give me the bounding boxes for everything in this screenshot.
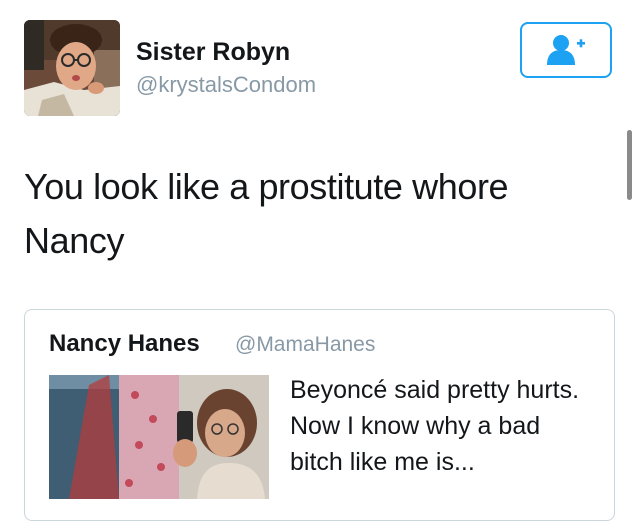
author-avatar[interactable] xyxy=(24,20,120,116)
quoted-tweet-text: Beyoncé said pretty hurts. Now I know wh… xyxy=(290,376,580,476)
profile-photo xyxy=(24,20,120,116)
quoted-author-name: Nancy Hanes xyxy=(49,330,200,357)
quoted-tweet-image[interactable] xyxy=(49,375,269,499)
follow-button[interactable] xyxy=(520,22,612,78)
add-user-icon xyxy=(547,35,585,65)
tweet-detail: Sister Robyn @krystalsCondom You look li… xyxy=(0,0,639,531)
tweet-text: You look like a prostitute whore Nancy xyxy=(24,166,509,261)
selfie-photo xyxy=(49,375,269,499)
quoted-author-handle: @MamaHanes xyxy=(235,333,376,356)
quoted-tweet-card[interactable]: Nancy Hanes @MamaHanes Beyoncé said pret… xyxy=(24,309,615,521)
author-handle[interactable]: @krystalsCondom xyxy=(136,72,316,98)
scrollbar[interactable] xyxy=(627,130,632,200)
author-display-name[interactable]: Sister Robyn xyxy=(136,38,290,67)
